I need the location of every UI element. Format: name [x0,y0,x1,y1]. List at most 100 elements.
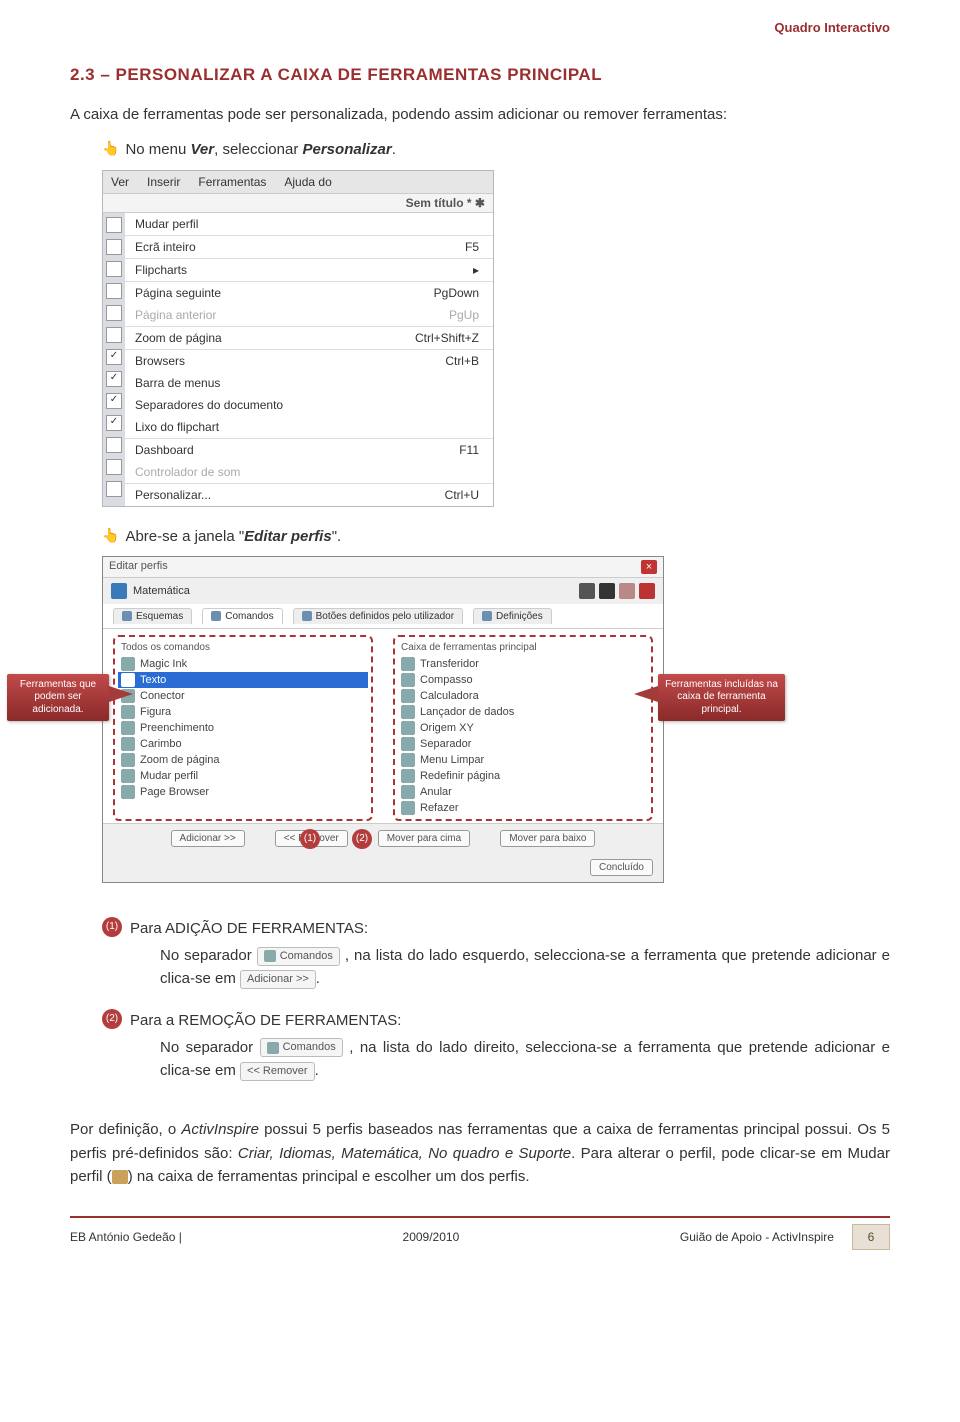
menubar-item[interactable]: Ajuda do [284,175,331,189]
ver-menu-mock: Ver Inserir Ferramentas Ajuda do Sem tít… [102,170,494,507]
step1-title: Para ADIÇÃO DE FERRAMENTAS: [130,920,368,937]
menubar-item[interactable]: Inserir [147,175,180,189]
badge-1: (1) [300,829,320,849]
pointer-icon: 👆 [102,525,119,547]
tab-icon [264,950,276,962]
done-button[interactable]: Concluído [590,859,653,876]
tool-icon [121,721,135,735]
bullet2-title: Editar perfis [244,528,332,545]
tab-botoes[interactable]: Botões definidos pelo utilizador [293,608,463,624]
delete-icon[interactable] [639,583,655,599]
list-item[interactable]: Texto [118,672,368,688]
bullet1-mid: , seleccionar [214,141,302,158]
menubar-item[interactable]: Ver [111,175,129,189]
menubar-item[interactable]: Ferramentas [198,175,266,189]
dialog-title-text: Editar perfis [109,560,168,574]
list-item[interactable]: Page Browser [118,784,368,800]
list-item[interactable]: Lançador de dados [398,704,648,720]
list-item[interactable]: Transferidor [398,656,648,672]
callout-right: Ferramentas incluídas na caixa de ferram… [658,674,785,722]
tab-definicoes[interactable]: Definições [473,608,552,624]
menu-item[interactable]: Mudar perfil [125,213,493,235]
tab-icon [211,611,221,621]
step2-text-a: No separador [160,1039,260,1056]
list-item[interactable]: Calculadora [398,688,648,704]
section-title: 2.3 – PERSONALIZAR A CAIXA DE FERRAMENTA… [70,65,890,85]
menu-item[interactable]: BrowsersCtrl+B [125,349,493,372]
arrow-icon [109,686,133,702]
bullet1-ver: Ver [190,141,214,158]
badge-2: (2) [352,829,372,849]
list-item[interactable]: Compasso [398,672,648,688]
tool-icon [401,737,415,751]
list-item[interactable]: Refazer [398,800,648,816]
list-item[interactable]: Figura [118,704,368,720]
tool-icon [401,689,415,703]
menu-item[interactable]: Zoom de páginaCtrl+Shift+Z [125,326,493,349]
move-down-button[interactable]: Mover para baixo [500,830,595,847]
list-item[interactable]: Redefinir página [398,768,648,784]
list-item[interactable]: Conector [118,688,368,704]
tool-icon [121,705,135,719]
close-icon[interactable]: × [641,560,657,574]
step-badge-1: (1) [102,917,122,937]
step1-end: . [316,970,320,987]
menu-item[interactable]: Personalizar...Ctrl+U [125,483,493,506]
list-item[interactable]: Mudar perfil [118,768,368,784]
menu-item[interactable]: Página seguintePgDown [125,281,493,304]
step2-title: Para a REMOÇÃO DE FERRAMENTAS: [130,1012,401,1029]
right-commands-panel: Caixa de ferramentas principal Transferi… [393,635,653,821]
tool-icon [121,785,135,799]
document-title: Sem título * ✱ [406,196,485,210]
copy-icon[interactable] [619,583,635,599]
tab-icon [302,611,312,621]
menu-item[interactable]: Barra de menus [125,372,493,394]
profile-icon [111,583,127,599]
profile-name: Matemática [133,585,190,597]
tabstrip: Esquemas Comandos Botões definidos pelo … [103,604,663,629]
add-button[interactable]: Adicionar >> [171,830,245,847]
comandos-chip: Comandos [257,947,340,966]
tool-icon [401,769,415,783]
footer-left: EB António Gedeão | [70,1230,182,1244]
list-item[interactable]: Menu Limpar [398,752,648,768]
bullet2-end: ". [332,528,342,545]
open-icon[interactable] [579,583,595,599]
menu-item[interactable]: Flipcharts▸ [125,258,493,281]
tab-icon [122,611,132,621]
list-item[interactable]: Anular [398,784,648,800]
page-number: 6 [852,1224,890,1250]
list-item[interactable]: Magic Ink [118,656,368,672]
list-item[interactable]: Separador [398,736,648,752]
menu-item[interactable]: Ecrã inteiroF5 [125,235,493,258]
list-item[interactable]: Zoom de página [118,752,368,768]
tab-icon [482,611,492,621]
move-up-button[interactable]: Mover para cima [378,830,470,847]
tool-icon [401,721,415,735]
menu-item[interactable]: Lixo do flipchart [125,416,493,438]
bullet2-pre: Abre-se a janela " [125,528,244,545]
tool-icon [401,705,415,719]
menu-item: Página anteriorPgUp [125,304,493,326]
menu-item[interactable]: DashboardF11 [125,438,493,461]
save-icon[interactable] [599,583,615,599]
menu-list: Mudar perfil Ecrã inteiroF5 Flipcharts▸ … [125,213,493,506]
list-item[interactable]: Origem XY [398,720,648,736]
footer-right: Guião de Apoio - ActivInspire [680,1230,834,1244]
step2-end: . [315,1062,319,1079]
list-item[interactable]: Preenchimento [118,720,368,736]
tool-icon [121,673,135,687]
tool-icon [401,753,415,767]
footer-center: 2009/2010 [403,1230,460,1244]
tool-icon [121,769,135,783]
tab-comandos[interactable]: Comandos [202,608,282,624]
menu-item[interactable]: Separadores do documento [125,394,493,416]
list-item[interactable]: Carimbo [118,736,368,752]
tab-icon [267,1042,279,1054]
dialog-wrap: Ferramentas que podem ser adicionada. Fe… [102,556,662,883]
tab-esquemas[interactable]: Esquemas [113,608,192,624]
callout-left: Ferramentas que podem ser adicionada. [7,674,109,722]
mudar-perfil-icon [112,1170,128,1184]
header-corner: Quadro Interactivo [70,20,890,35]
instruction-list: (1) Para ADIÇÃO DE FERRAMENTAS: No separ… [70,917,890,1095]
